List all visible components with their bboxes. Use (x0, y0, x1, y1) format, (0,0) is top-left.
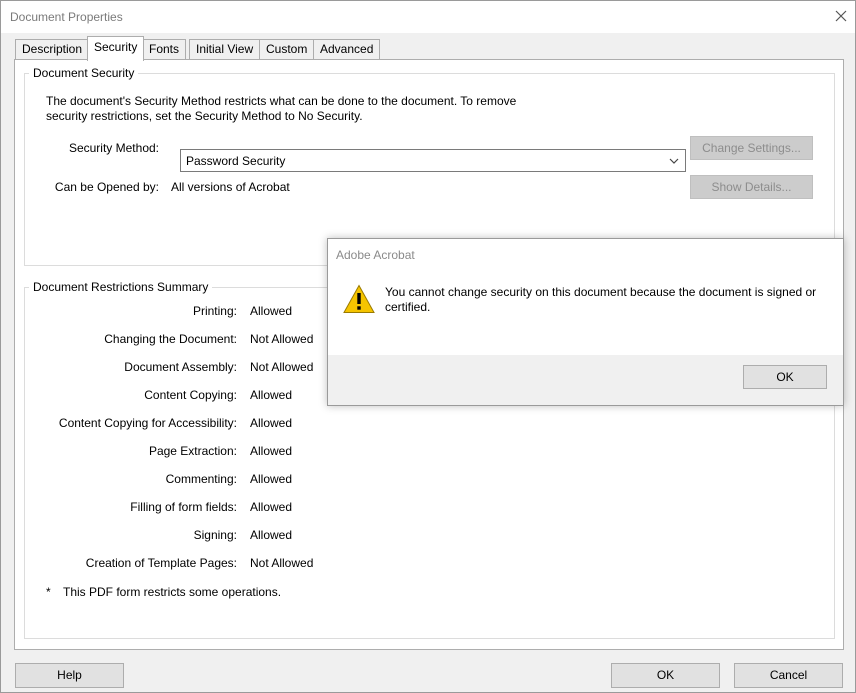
dialog-title: Adobe Acrobat (336, 248, 415, 262)
restriction-label: Changing the Document: (104, 332, 237, 346)
security-description-line2: security restrictions, set the Security … (46, 109, 363, 123)
tab-description[interactable]: Description (15, 39, 90, 59)
restriction-value: Allowed (250, 388, 293, 402)
restriction-label: Document Assembly: (124, 360, 237, 374)
ok-button[interactable]: OK (611, 663, 720, 688)
tab-label: Security (94, 40, 138, 54)
restriction-value: Allowed (250, 500, 293, 514)
adobe-acrobat-alert-dialog: Adobe Acrobat You cannot change security… (327, 238, 844, 406)
tab-fonts[interactable]: Fonts (142, 39, 187, 59)
tab-label: Custom (266, 42, 308, 56)
restriction-label: Commenting: (165, 472, 237, 486)
tab-label: Initial View (196, 42, 254, 56)
security-method-value: Password Security (186, 154, 286, 168)
tab-custom[interactable]: Custom (259, 39, 315, 59)
chevron-down-icon (667, 154, 681, 168)
restriction-label: Content Copying: (144, 388, 237, 402)
footnote-text: This PDF form restricts some operations. (63, 585, 282, 599)
restriction-label: Page Extraction: (148, 444, 237, 458)
dialog-message: You cannot change security on this docum… (385, 285, 817, 314)
tab-advanced[interactable]: Advanced (313, 39, 381, 59)
tab-initial-view[interactable]: Initial View (189, 39, 261, 59)
dialog-body: You cannot change security on this docum… (328, 269, 843, 355)
close-icon[interactable] (832, 7, 850, 25)
restriction-value: Not Allowed (250, 332, 314, 346)
opened-by-label: Can be Opened by: (54, 180, 159, 194)
restriction-value: Allowed (250, 472, 293, 486)
security-description-line1: The document's Security Method restricts… (46, 94, 517, 108)
cancel-button[interactable]: Cancel (734, 663, 843, 688)
title-bar: Document Properties (1, 1, 855, 33)
dialog-title-bar: Adobe Acrobat (328, 239, 843, 269)
warning-icon (343, 284, 375, 314)
restriction-value: Allowed (250, 416, 293, 430)
footnote-mark: * (46, 585, 51, 599)
document-security-legend: Document Security (29, 66, 139, 80)
restriction-label: Filling of form fields: (130, 500, 237, 514)
change-settings-button[interactable]: Change Settings... (690, 136, 813, 160)
restriction-value: Not Allowed (250, 360, 314, 374)
restriction-label: Creation of Template Pages: (85, 556, 237, 570)
restrictions-legend: Document Restrictions Summary (29, 280, 213, 294)
help-button[interactable]: Help (15, 663, 124, 688)
restriction-label: Signing: (193, 528, 237, 542)
tab-label: Fonts (149, 42, 180, 56)
restriction-value: Allowed (250, 304, 293, 318)
restriction-label: Printing: (192, 304, 237, 318)
show-details-button[interactable]: Show Details... (690, 175, 813, 199)
restriction-value: Allowed (250, 528, 293, 542)
restriction-value: Allowed (250, 444, 293, 458)
tab-label: Advanced (320, 42, 374, 56)
restriction-label: Content Copying for Accessibility: (58, 416, 237, 430)
restriction-value: Not Allowed (250, 556, 314, 570)
security-method-label: Security Method: (68, 141, 159, 155)
tab-label: Description (22, 42, 83, 56)
security-method-select[interactable]: Password Security (180, 149, 686, 172)
window-title: Document Properties (10, 10, 123, 24)
opened-by-value: All versions of Acrobat (171, 180, 290, 194)
tab-security[interactable]: Security (87, 36, 145, 61)
dialog-ok-button[interactable]: OK (743, 365, 827, 389)
